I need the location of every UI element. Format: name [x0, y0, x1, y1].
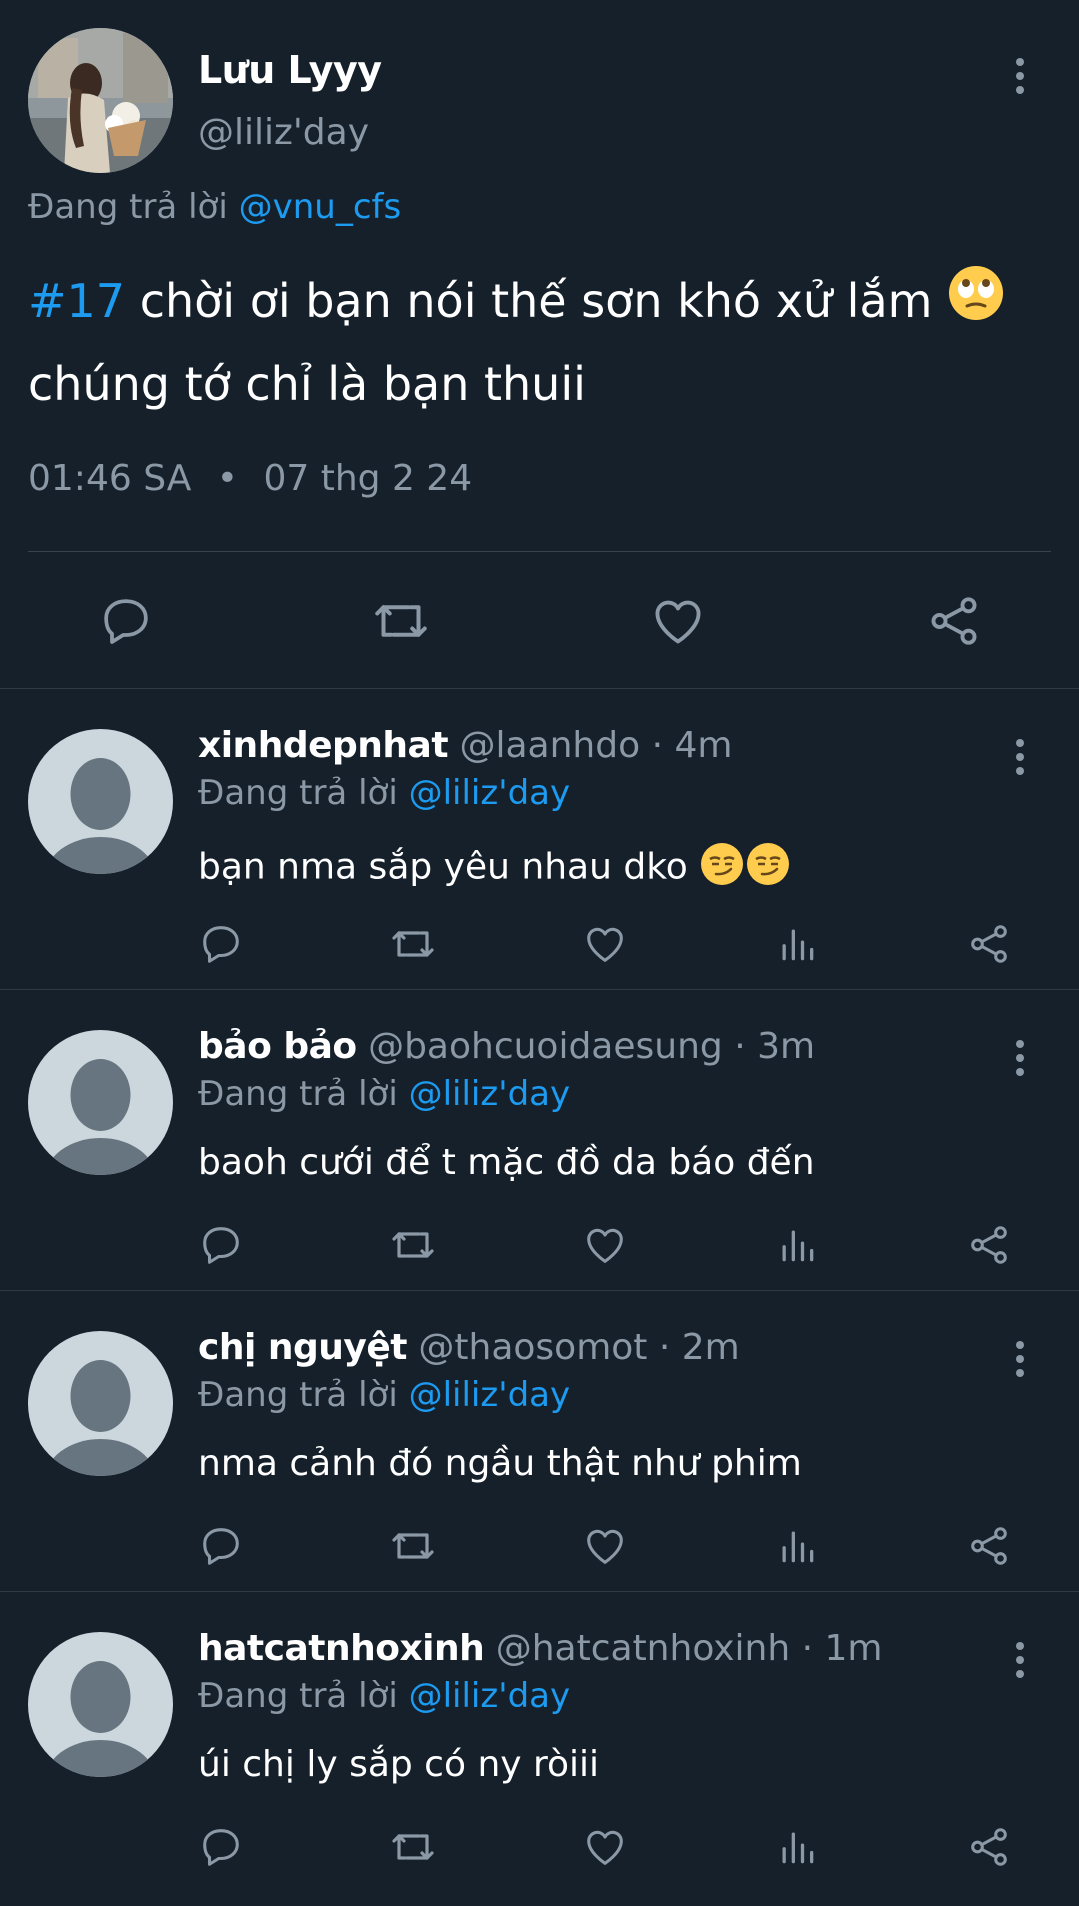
- analytics-icon[interactable]: [772, 1521, 822, 1571]
- main-tweet: Lưu Lyyy @liliz'day Đang trả lời @vnu_cf…: [0, 0, 1079, 689]
- smirk-emoji: [699, 841, 791, 896]
- author-handle[interactable]: @liliz'day: [198, 112, 369, 153]
- reply-text: úi chị ly sắp có ny ròiii: [198, 1744, 599, 1785]
- reply-action-bar: [0, 1822, 1079, 1872]
- retweet-icon[interactable]: [388, 919, 438, 969]
- reply-author-name[interactable]: bảo bảo: [198, 1026, 357, 1067]
- main-action-bar: [0, 588, 1079, 654]
- more-vertical-icon[interactable]: [1000, 1331, 1040, 1387]
- tweet-thread: Lưu Lyyy @liliz'day Đang trả lời @vnu_cf…: [0, 0, 1079, 1906]
- heart-icon[interactable]: [580, 1521, 630, 1571]
- heart-icon[interactable]: [580, 1822, 630, 1872]
- replying-to: Đang trả lời @liliz'day: [198, 1074, 570, 1114]
- reply-author-meta: @baohcuoidaesung · 3m: [356, 1026, 816, 1067]
- retweet-icon[interactable]: [368, 588, 434, 654]
- timestamp-separator: •: [216, 458, 239, 499]
- more-vertical-icon[interactable]: [1000, 1030, 1040, 1086]
- reply-action-bar: [0, 1521, 1079, 1571]
- reply-to-mention[interactable]: @liliz'day: [409, 773, 571, 813]
- share-icon[interactable]: [964, 919, 1014, 969]
- reply-header: chị nguyệt @thaosomot · 2m: [198, 1327, 740, 1368]
- eye-roll-emoji: [947, 264, 1005, 345]
- tweet-timestamp[interactable]: 01:46 SA • 07 thg 2 24: [28, 458, 472, 499]
- heart-icon[interactable]: [580, 919, 630, 969]
- default-avatar-icon: [44, 1059, 157, 1175]
- heart-icon[interactable]: [645, 588, 711, 654]
- reply-author-meta: @hatcatnhoxinh · 1m: [484, 1628, 883, 1669]
- reply-text-content: baoh cưới để t mặc đồ da báo đến: [198, 1142, 815, 1183]
- default-avatar-icon: [44, 1661, 157, 1777]
- replying-to: Đang trả lời @liliz'day: [198, 1375, 570, 1415]
- avatar[interactable]: [28, 1632, 173, 1777]
- replying-to: Đang trả lời @vnu_cfs: [28, 187, 401, 227]
- reply-text-content: bạn nma sắp yêu nhau dko: [198, 846, 700, 888]
- reply-icon[interactable]: [196, 1220, 246, 1270]
- replying-to: Đang trả lời @liliz'day: [198, 1676, 570, 1716]
- avatar[interactable]: [28, 1331, 173, 1476]
- replying-to: Đang trả lời @liliz'day: [198, 773, 570, 813]
- reply-header: xinhdepnhat @laanhdo · 4m: [198, 725, 732, 766]
- reply-text-content: nma cảnh đó ngầu thật như phim: [198, 1443, 802, 1484]
- reply-author-name[interactable]: chị nguyệt: [198, 1327, 407, 1368]
- reply-author-name[interactable]: xinhdepnhat: [198, 725, 449, 766]
- avatar-photo: [28, 28, 173, 173]
- reply-author-meta: @laanhdo · 4m: [448, 725, 733, 766]
- analytics-icon[interactable]: [772, 919, 822, 969]
- tweet-text: #17 chời ơi bạn nói thế sơn khó xử lắm c…: [28, 262, 1038, 423]
- share-icon[interactable]: [964, 1822, 1014, 1872]
- hashtag-link[interactable]: #17: [28, 274, 125, 328]
- reply-text: bạn nma sắp yêu nhau dko: [198, 841, 791, 896]
- analytics-icon[interactable]: [772, 1220, 822, 1270]
- reply-text: nma cảnh đó ngầu thật như phim: [198, 1443, 802, 1484]
- reply-header: bảo bảo @baohcuoidaesung · 3m: [198, 1026, 815, 1067]
- reply-author-name[interactable]: hatcatnhoxinh: [198, 1628, 485, 1669]
- reply-tweet[interactable]: chị nguyệt @thaosomot · 2m Đang trả lời …: [0, 1291, 1079, 1592]
- reply-action-bar: [0, 1220, 1079, 1270]
- reply-icon[interactable]: [196, 919, 246, 969]
- reply-text: baoh cưới để t mặc đồ da báo đến: [198, 1142, 815, 1183]
- reply-prefix: Đang trả lời: [198, 1375, 398, 1415]
- reply-prefix: Đang trả lời: [198, 773, 398, 813]
- share-icon[interactable]: [921, 588, 987, 654]
- reply-to-mention[interactable]: @liliz'day: [409, 1375, 571, 1415]
- avatar[interactable]: [28, 1030, 173, 1175]
- heart-icon[interactable]: [580, 1220, 630, 1270]
- reply-icon[interactable]: [93, 588, 159, 654]
- avatar[interactable]: [28, 729, 173, 874]
- default-avatar-icon: [44, 1360, 157, 1476]
- avatar[interactable]: [28, 28, 173, 173]
- reply-icon[interactable]: [196, 1822, 246, 1872]
- divider: [28, 551, 1051, 552]
- more-vertical-icon[interactable]: [1000, 1632, 1040, 1688]
- share-icon[interactable]: [964, 1220, 1014, 1270]
- more-vertical-icon[interactable]: [1000, 48, 1040, 104]
- reply-tweet[interactable]: bảo bảo @baohcuoidaesung · 3m Đang trả l…: [0, 990, 1079, 1291]
- retweet-icon[interactable]: [388, 1220, 438, 1270]
- tweet-date: 07 thg 2 24: [263, 458, 473, 499]
- analytics-icon[interactable]: [772, 1822, 822, 1872]
- reply-action-bar: [0, 919, 1079, 969]
- tweet-time: 01:46 SA: [28, 458, 192, 499]
- reply-to-mention[interactable]: @liliz'day: [409, 1074, 571, 1114]
- reply-header: hatcatnhoxinh @hatcatnhoxinh · 1m: [198, 1628, 882, 1669]
- reply-author-meta: @thaosomot · 2m: [406, 1327, 740, 1368]
- tweet-text-line1: chời ơi bạn nói thế sơn khó xử lắm: [125, 274, 948, 328]
- reply-tweet[interactable]: hatcatnhoxinh @hatcatnhoxinh · 1m Đang t…: [0, 1592, 1079, 1892]
- retweet-icon[interactable]: [388, 1521, 438, 1571]
- reply-text-content: úi chị ly sắp có ny ròiii: [198, 1744, 600, 1785]
- reply-prefix: Đang trả lời: [28, 187, 228, 227]
- retweet-icon[interactable]: [388, 1822, 438, 1872]
- reply-to-mention[interactable]: @liliz'day: [409, 1676, 571, 1716]
- tweet-text-line2: chúng tớ chỉ là bạn thuii: [28, 357, 586, 411]
- reply-prefix: Đang trả lời: [198, 1676, 398, 1716]
- more-vertical-icon[interactable]: [1000, 729, 1040, 785]
- author-name[interactable]: Lưu Lyyy: [198, 48, 382, 92]
- reply-to-mention[interactable]: @vnu_cfs: [239, 187, 402, 227]
- default-avatar-icon: [44, 758, 157, 874]
- reply-tweet[interactable]: xinhdepnhat @laanhdo · 4m Đang trả lời @…: [0, 689, 1079, 990]
- reply-prefix: Đang trả lời: [198, 1074, 398, 1114]
- share-icon[interactable]: [964, 1521, 1014, 1571]
- reply-icon[interactable]: [196, 1521, 246, 1571]
